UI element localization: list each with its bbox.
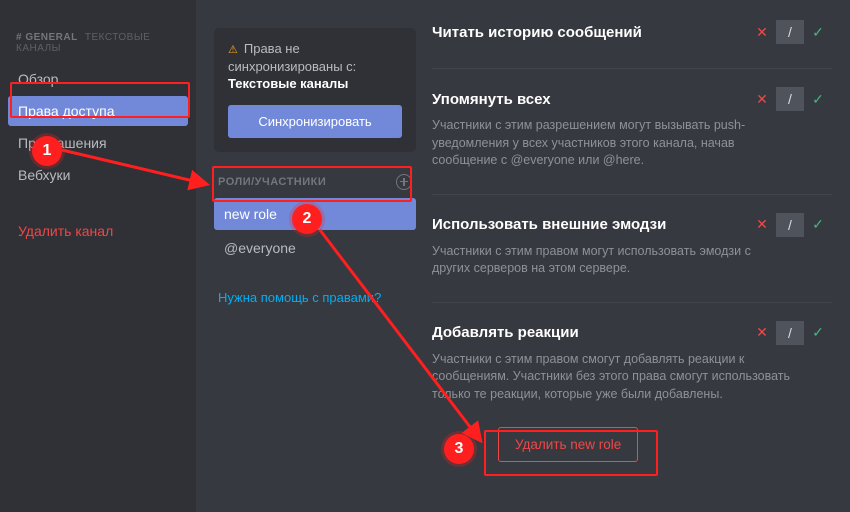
overlay-arrows: [0, 0, 850, 512]
app-frame: # GENERAL ТЕКСТОВЫЕ КАНАЛЫ Обзор Права д…: [0, 0, 850, 512]
